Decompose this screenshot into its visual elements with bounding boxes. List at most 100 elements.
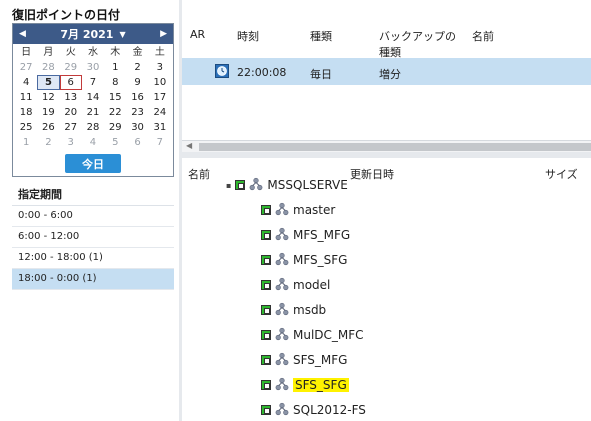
- checkbox[interactable]: [261, 205, 271, 215]
- database-icon: [275, 327, 289, 344]
- tree-node[interactable]: MulDC_MFC: [261, 325, 364, 345]
- calendar-day[interactable]: 4: [82, 135, 104, 150]
- calendar-day[interactable]: 29: [104, 120, 126, 135]
- checkbox[interactable]: [235, 180, 246, 190]
- calendar-day[interactable]: 14: [82, 90, 104, 105]
- tree-node-label: master: [293, 203, 336, 217]
- col-backup-type[interactable]: バックアップの 種類: [379, 28, 456, 60]
- calendar-day[interactable]: 7: [149, 135, 171, 150]
- left-pane: 復旧ポイントの日付 ◀ 7月 2021 ▼ ▶ 日月火水木金土 27 28 29 30 1…: [0, 0, 180, 421]
- calendar-day[interactable]: 9: [126, 75, 148, 90]
- tree-root-node[interactable]: ▪ MSSQLSERVE: [226, 175, 348, 195]
- calendar-day[interactable]: 24: [149, 105, 171, 120]
- weekday-label: 土: [154, 47, 165, 58]
- calendar-day[interactable]: 17: [149, 90, 171, 105]
- database-icon: [275, 377, 289, 394]
- calendar-day[interactable]: 1: [104, 60, 126, 75]
- calendar-day[interactable]: 22: [104, 105, 126, 120]
- tree-node-label: MulDC_MFC: [293, 328, 364, 342]
- database-icon: [275, 252, 289, 269]
- checkbox[interactable]: [261, 405, 271, 415]
- tree-node[interactable]: msdb: [261, 300, 326, 320]
- calendar-day[interactable]: 25: [15, 120, 37, 135]
- tree-node[interactable]: MFS_SFG: [261, 250, 347, 270]
- collapse-icon[interactable]: ▪: [226, 181, 231, 190]
- backup-kind: 増分: [379, 68, 401, 81]
- col-size[interactable]: サイズ: [545, 166, 578, 182]
- calendar-day[interactable]: 18: [15, 105, 37, 120]
- chevron-down-icon[interactable]: ▼: [119, 30, 125, 39]
- calendar-day[interactable]: 7: [82, 75, 104, 90]
- col-type[interactable]: 種類: [310, 28, 332, 44]
- calendar-day[interactable]: 23: [126, 105, 148, 120]
- checkbox[interactable]: [261, 280, 271, 290]
- checkbox[interactable]: [261, 255, 271, 265]
- database-icon: [275, 277, 289, 294]
- period-item[interactable]: 0:00 - 6:00: [12, 206, 174, 227]
- calendar-header: ◀ 7月 2021 ▼ ▶: [13, 24, 173, 44]
- tree-node[interactable]: model: [261, 275, 330, 295]
- calendar-day[interactable]: 19: [37, 105, 59, 120]
- period-item[interactable]: 12:00 - 18:00 (1): [12, 248, 174, 269]
- calendar-day[interactable]: 5: [37, 75, 60, 90]
- col-time[interactable]: 時刻: [237, 28, 259, 44]
- tree-node-label: SQL2012-FS: [293, 403, 366, 417]
- calendar-day[interactable]: 2: [37, 135, 59, 150]
- month-selector[interactable]: 7月 2021 ▼: [60, 26, 125, 42]
- calendar-day[interactable]: 21: [82, 105, 104, 120]
- calendar-day[interactable]: 10: [149, 75, 171, 90]
- calendar-day[interactable]: 3: [149, 60, 171, 75]
- calendar-day[interactable]: 6: [126, 135, 148, 150]
- tree-node[interactable]: SQL2012-FS: [261, 400, 366, 420]
- calendar-day[interactable]: 27: [15, 60, 37, 75]
- backup-type: 毎日: [310, 68, 332, 81]
- calendar-day[interactable]: 31: [149, 120, 171, 135]
- prev-month-icon[interactable]: ◀: [19, 29, 26, 39]
- col-name[interactable]: 名前: [472, 28, 494, 44]
- scrollbar-thumb[interactable]: [199, 143, 591, 151]
- database-icon: [275, 202, 289, 219]
- weekday-label: 木: [110, 47, 121, 58]
- next-month-icon[interactable]: ▶: [160, 29, 167, 39]
- period-item[interactable]: 18:00 - 0:00 (1): [12, 269, 174, 290]
- calendar-day[interactable]: 4: [15, 75, 37, 90]
- calendar-day[interactable]: 2: [126, 60, 148, 75]
- checkbox[interactable]: [261, 355, 271, 365]
- checkbox[interactable]: [261, 230, 271, 240]
- calendar-day[interactable]: 15: [104, 90, 126, 105]
- calendar-day[interactable]: 29: [60, 60, 82, 75]
- calendar-day[interactable]: 30: [126, 120, 148, 135]
- col-file-name[interactable]: 名前: [188, 166, 210, 182]
- col-ar[interactable]: AR: [190, 28, 205, 41]
- calendar-day[interactable]: 8: [104, 75, 126, 90]
- period-item[interactable]: 6:00 - 12:00: [12, 227, 174, 248]
- calendar-day[interactable]: 30: [82, 60, 104, 75]
- checkbox[interactable]: [261, 330, 271, 340]
- calendar-day[interactable]: 3: [60, 135, 82, 150]
- calendar-day[interactable]: 13: [60, 90, 82, 105]
- tree-node[interactable]: SFS_MFG: [261, 350, 347, 370]
- tree-node[interactable]: MFS_MFG: [261, 225, 350, 245]
- backup-row[interactable]: 22:00:08 毎日 増分: [182, 58, 591, 85]
- scroll-left-icon[interactable]: ◀: [186, 141, 192, 150]
- checkbox[interactable]: [261, 380, 271, 390]
- calendar-day[interactable]: 1: [15, 135, 37, 150]
- tree-node[interactable]: SFS_SFG: [261, 375, 349, 395]
- backup-list-panel: AR 時刻 種類 バックアップの 種類 名前 22:00:08 毎日 増分 ◀: [182, 0, 591, 153]
- calendar-day[interactable]: 11: [15, 90, 37, 105]
- calendar-day[interactable]: 27: [60, 120, 82, 135]
- checkbox[interactable]: [261, 305, 271, 315]
- calendar-day[interactable]: 12: [37, 90, 59, 105]
- calendar-day[interactable]: 16: [126, 90, 148, 105]
- calendar-day[interactable]: 26: [37, 120, 59, 135]
- calendar-day[interactable]: 20: [60, 105, 82, 120]
- calendar-day[interactable]: 6: [59, 75, 82, 90]
- backup-list-header: AR 時刻 種類 バックアップの 種類 名前: [182, 0, 591, 60]
- today-button[interactable]: 今日: [65, 154, 121, 173]
- calendar-day[interactable]: 28: [37, 60, 59, 75]
- month-label: 7月 2021: [60, 28, 114, 41]
- col-updated[interactable]: 更新日時: [350, 166, 394, 182]
- calendar-day[interactable]: 5: [104, 135, 126, 150]
- calendar-day[interactable]: 28: [82, 120, 104, 135]
- tree-node[interactable]: master: [261, 200, 335, 220]
